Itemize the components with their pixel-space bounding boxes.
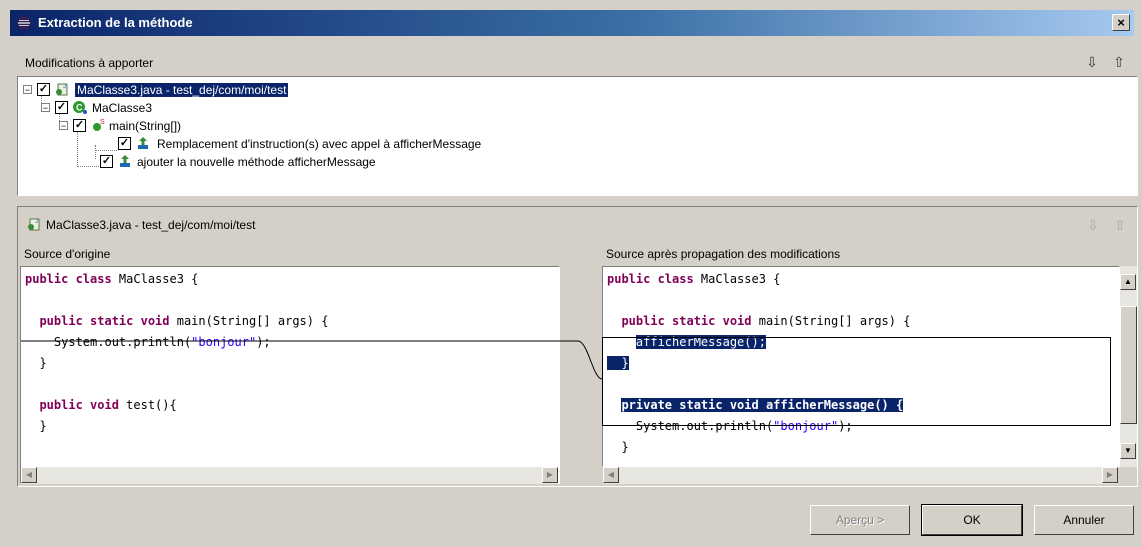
changes-tree: − ✓ J MaClasse3.java - test_dej/com/moi/… bbox=[17, 76, 1138, 196]
class-checkbox[interactable]: ✓ bbox=[55, 101, 68, 114]
previous-change-icon[interactable]: ⇧ bbox=[1111, 54, 1127, 70]
code-line: afficherMessage(); bbox=[635, 335, 766, 349]
scroll-left-icon[interactable]: ◀ bbox=[603, 467, 619, 483]
modifications-panel: Modifications à apporter ⇩ ⇧ − ✓ J MaCla… bbox=[17, 48, 1138, 198]
code-line: } bbox=[607, 356, 629, 370]
svg-text:S: S bbox=[100, 119, 105, 126]
preview-button[interactable]: Aperçu > bbox=[810, 505, 910, 535]
change-icon bbox=[138, 137, 148, 149]
collapse-icon[interactable]: − bbox=[23, 85, 32, 95]
code-line: } bbox=[607, 440, 629, 454]
code-line: } bbox=[25, 419, 47, 433]
previous-difference-icon[interactable]: ⇧ bbox=[1112, 217, 1128, 233]
next-change-icon[interactable]: ⇩ bbox=[1084, 54, 1100, 70]
scroll-up-icon[interactable]: ▲ bbox=[1120, 274, 1136, 290]
right-vertical-scrollbar[interactable]: ▲ ▼ bbox=[1120, 266, 1137, 467]
replace-label: Remplacement d'instruction(s) avec appel… bbox=[157, 137, 482, 151]
collapse-icon[interactable]: − bbox=[41, 103, 50, 113]
class-icon: C bbox=[73, 101, 87, 114]
collapse-icon[interactable]: − bbox=[59, 121, 68, 131]
method-icon: S bbox=[93, 119, 105, 131]
eclipse-icon bbox=[17, 16, 31, 30]
window-title: Extraction de la méthode bbox=[38, 15, 193, 30]
class-label: MaClasse3 bbox=[92, 101, 153, 115]
modifications-header: Modifications à apporter ⇩ ⇧ bbox=[17, 48, 1138, 76]
diff-gutter bbox=[560, 266, 602, 484]
scroll-right-icon[interactable]: ▶ bbox=[542, 467, 558, 483]
compare-panel: J MaClasse3.java - test_dej/com/moi/test… bbox=[17, 206, 1138, 487]
modified-source-pane[interactable]: public class MaClasse3 { public static v… bbox=[602, 266, 1120, 467]
tree-row-add-method[interactable]: ✓ ajouter la nouvelle méthode afficherMe… bbox=[18, 153, 618, 171]
svg-text:C: C bbox=[76, 103, 83, 113]
code-line: public void test(){ bbox=[39, 398, 177, 412]
ok-button[interactable]: OK bbox=[921, 504, 1023, 536]
java-file-icon: J bbox=[56, 83, 68, 96]
code-line: private static void afficherMessage() { bbox=[621, 398, 904, 412]
tree-row-class[interactable]: − ✓ C MaClasse3 bbox=[18, 99, 318, 117]
file-label: MaClasse3.java - test_dej/com/moi/test bbox=[75, 83, 289, 97]
svg-text:J: J bbox=[63, 84, 66, 90]
tree-row-file[interactable]: − ✓ J MaClasse3.java - test_dej/com/moi/… bbox=[18, 81, 418, 99]
right-horizontal-scrollbar[interactable]: ◀ ▶ bbox=[603, 467, 1118, 484]
file-checkbox[interactable]: ✓ bbox=[37, 83, 50, 96]
compare-header: J MaClasse3.java - test_dej/com/moi/test… bbox=[18, 207, 1137, 241]
add-method-checkbox[interactable]: ✓ bbox=[100, 155, 113, 168]
compare-file-label: MaClasse3.java - test_dej/com/moi/test bbox=[46, 218, 256, 232]
tree-row-method[interactable]: − ✓ S main(String[]) bbox=[18, 117, 318, 135]
change-icon bbox=[120, 155, 130, 167]
code-line: System.out.println("bonjour"); bbox=[607, 419, 853, 433]
scroll-thumb[interactable] bbox=[1120, 306, 1137, 424]
scroll-right-icon[interactable]: ▶ bbox=[1102, 467, 1118, 483]
code-line: public class MaClasse3 { bbox=[25, 272, 199, 286]
method-label: main(String[]) bbox=[109, 119, 182, 133]
svg-text:J: J bbox=[35, 219, 38, 225]
tree-row-replace[interactable]: ✓ Remplacement d'instruction(s) avec app… bbox=[18, 135, 718, 153]
code-line: public class MaClasse3 { bbox=[607, 272, 781, 286]
left-horizontal-scrollbar[interactable]: ◀ ▶ bbox=[21, 467, 558, 484]
code-line: } bbox=[25, 356, 47, 370]
add-method-label: ajouter la nouvelle méthode afficherMess… bbox=[137, 155, 376, 169]
code-line: public static void main(String[] args) { bbox=[39, 314, 329, 328]
cancel-button[interactable]: Annuler bbox=[1034, 505, 1134, 535]
replace-checkbox[interactable]: ✓ bbox=[118, 137, 131, 150]
right-pane-title: Source après propagation des modificatio… bbox=[606, 247, 841, 261]
scroll-left-icon[interactable]: ◀ bbox=[21, 467, 37, 483]
modifications-label: Modifications à apporter bbox=[25, 56, 154, 70]
code-line: public static void main(String[] args) { bbox=[621, 314, 911, 328]
java-file-icon: J bbox=[28, 218, 40, 231]
method-checkbox[interactable]: ✓ bbox=[73, 119, 86, 132]
next-difference-icon[interactable]: ⇩ bbox=[1085, 217, 1101, 233]
original-source-pane[interactable]: public class MaClasse3 { public static v… bbox=[20, 266, 560, 484]
left-pane-title: Source d'origine bbox=[24, 247, 111, 261]
code-line: System.out.println("bonjour"); bbox=[25, 335, 271, 349]
close-button[interactable]: × bbox=[1112, 14, 1130, 31]
title-bar: Extraction de la méthode × bbox=[10, 10, 1134, 36]
scroll-down-icon[interactable]: ▼ bbox=[1120, 443, 1136, 459]
